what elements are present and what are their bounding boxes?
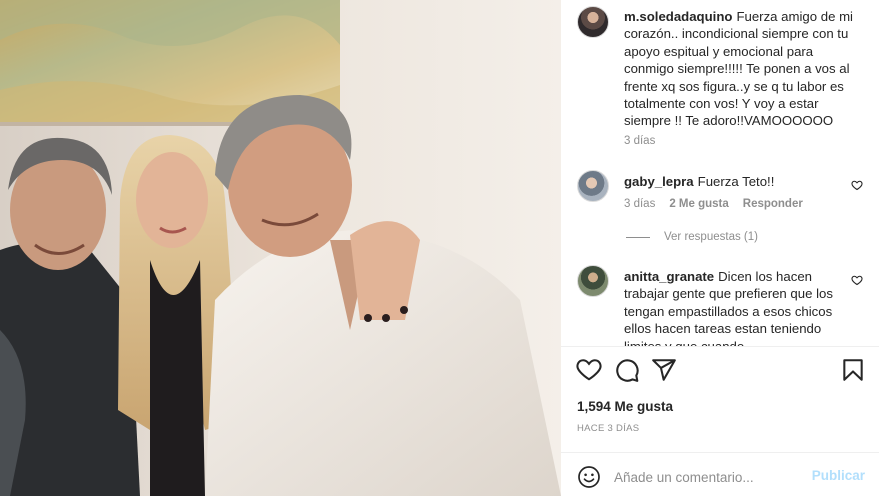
action-bar: [561, 357, 879, 387]
view-replies-label: Ver respuestas (1): [664, 231, 758, 243]
heart-icon[interactable]: [576, 357, 602, 383]
comments-panel: m.soledadaquino Fuerza amigo de mi corazó…: [561, 0, 879, 496]
comment-meta: 3 días 2 Me gusta Responder: [624, 198, 803, 210]
divider: [561, 452, 879, 453]
comment-text: Fuerza Teto!!: [697, 174, 775, 189]
avatar[interactable]: [577, 6, 609, 38]
comment-time[interactable]: 3 días: [624, 135, 655, 147]
comments-list[interactable]: m.soledadaquino Fuerza amigo de mi corazó…: [561, 0, 879, 346]
comment-meta: 3 días: [624, 135, 655, 147]
comment-username[interactable]: gaby_lepra: [624, 174, 694, 189]
comment-time[interactable]: 3 días: [624, 198, 655, 210]
post-photo-illustration: [0, 0, 561, 496]
divider: [561, 346, 879, 347]
comment: anitta_granate Dicen los hacen trabajar g…: [624, 268, 856, 346]
post-timestamp: HACE 3 DÍAS: [577, 423, 640, 434]
post-photo[interactable]: [0, 0, 561, 496]
comment-input[interactable]: [614, 466, 804, 488]
replies-divider: [626, 236, 650, 238]
comment-likes[interactable]: 2 Me gusta: [669, 198, 728, 210]
comment: gaby_lepra Fuerza Teto!!: [624, 173, 856, 190]
avatar[interactable]: [577, 265, 609, 297]
caption-comment: m.soledadaquino Fuerza amigo de mi corazó…: [624, 8, 862, 130]
bookmark-icon[interactable]: [840, 357, 866, 383]
avatar[interactable]: [577, 170, 609, 202]
comment-like-heart-icon[interactable]: [851, 274, 863, 286]
comment-text: Fuerza amigo de mi corazón.. incondicion…: [624, 9, 853, 129]
comment-username[interactable]: anitta_granate: [624, 269, 714, 284]
comment-icon[interactable]: [614, 357, 640, 383]
comment-composer: Publicar: [561, 456, 879, 496]
emoji-icon[interactable]: [577, 465, 601, 489]
view-replies-button[interactable]: Ver respuestas (1): [626, 231, 758, 243]
share-icon[interactable]: [651, 357, 677, 383]
comment-like-heart-icon[interactable]: [851, 179, 863, 191]
reply-button[interactable]: Responder: [743, 198, 803, 210]
comment-username[interactable]: m.soledadaquino: [624, 9, 732, 24]
likes-count[interactable]: 1,594 Me gusta: [577, 399, 673, 414]
publish-button[interactable]: Publicar: [812, 468, 865, 483]
